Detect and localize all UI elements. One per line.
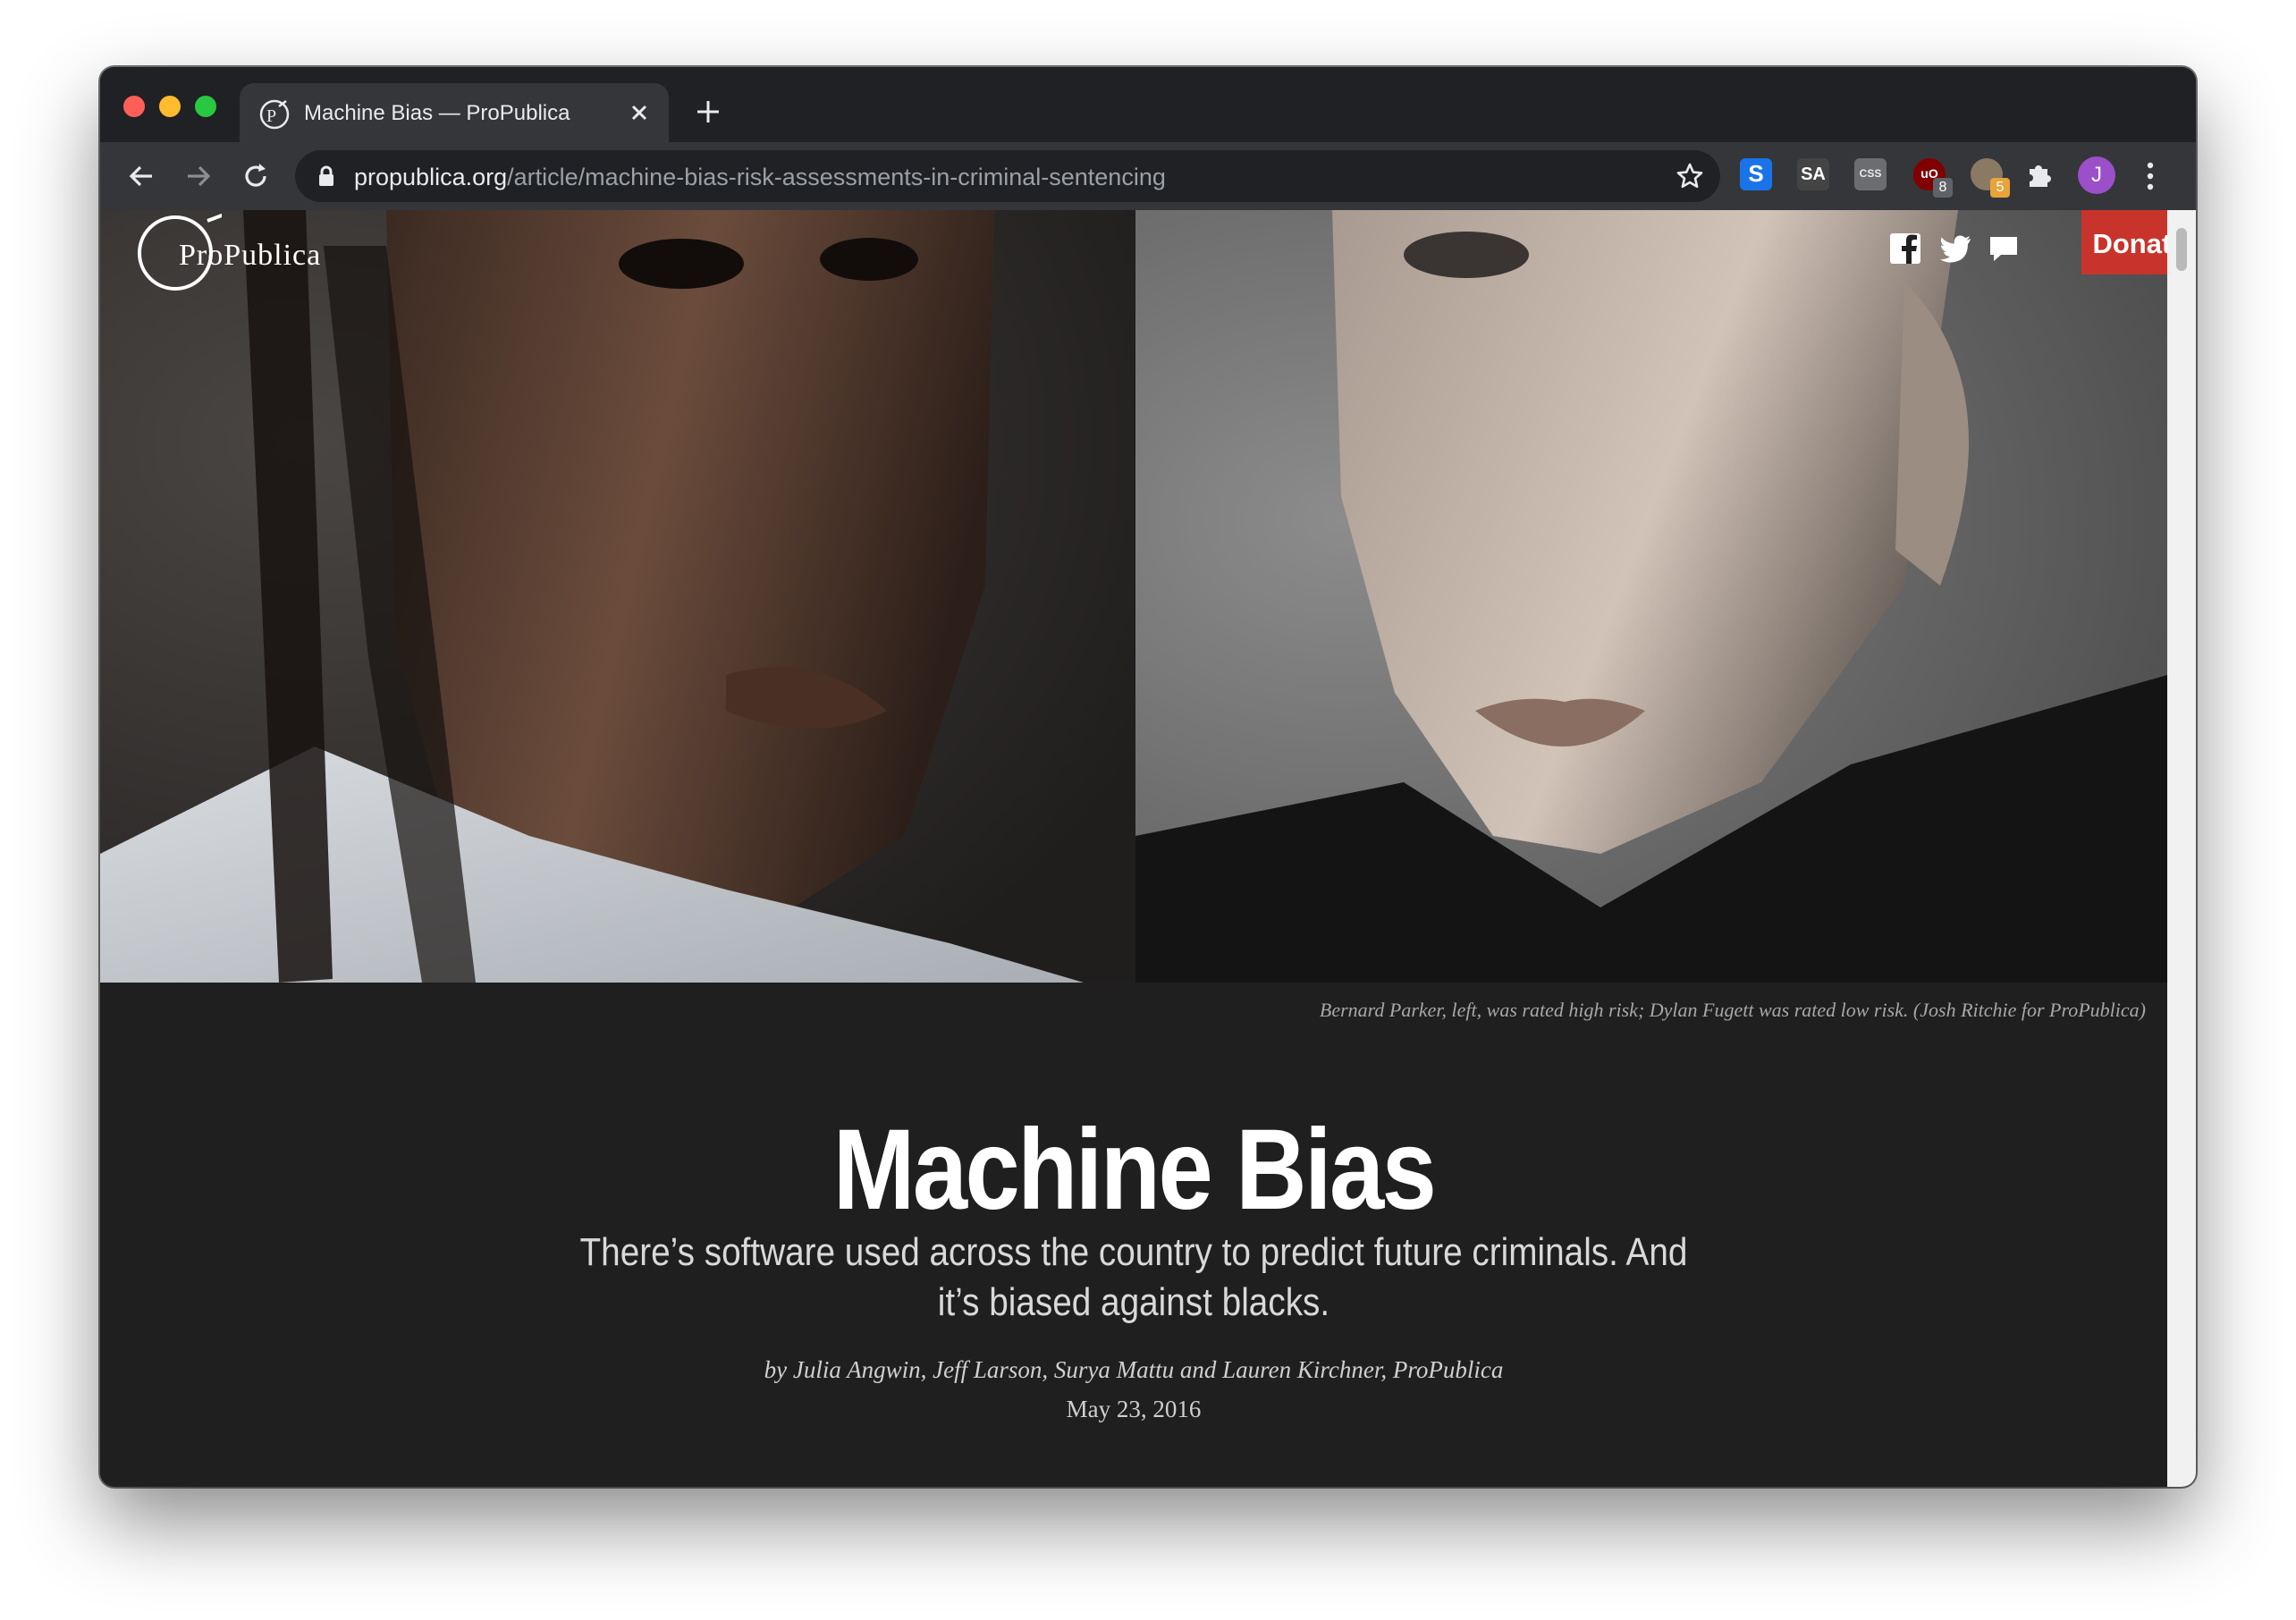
logo-wordmark: ProPublica: [179, 239, 322, 272]
facebook-icon[interactable]: [1888, 232, 1922, 266]
portrait-photo-right: [1135, 210, 2167, 983]
bookmark-star-icon[interactable]: [1676, 162, 1704, 190]
article-dek: There’s software used across the country…: [579, 1230, 1688, 1324]
menu-dots-icon[interactable]: [2146, 158, 2155, 194]
address-bar[interactable]: propublica.org/article/machine-bias-risk…: [295, 150, 1720, 202]
propublica-logo[interactable]: ProPublica: [132, 214, 347, 294]
article-date: May 23, 2016: [1066, 1396, 1202, 1422]
url-text[interactable]: propublica.org/article/machine-bias-risk…: [354, 164, 1166, 191]
hamster-badge: 5: [1990, 178, 2010, 198]
sa-extension-label: SA: [1801, 165, 1826, 184]
article-headline: Machine Bias: [832, 1106, 1437, 1234]
maximize-window-button[interactable]: [195, 96, 216, 117]
close-tab-icon[interactable]: [626, 99, 653, 126]
css-extension-label: CSS: [1859, 167, 1882, 180]
ublock-extension-icon[interactable]: uO 8: [1913, 158, 1953, 198]
tab-strip: P Machine Bias — ProPublica: [100, 67, 2196, 142]
portrait-photo-left: [100, 210, 1134, 983]
profile-avatar[interactable]: J: [2078, 156, 2115, 194]
sa-extension-icon[interactable]: SA: [1797, 158, 1829, 190]
back-arrow-icon[interactable]: [125, 160, 157, 192]
scrollbar-thumb[interactable]: [2176, 228, 2187, 271]
forward-arrow-icon[interactable]: [182, 160, 215, 192]
close-window-button[interactable]: [123, 96, 145, 117]
s-extension-icon[interactable]: S: [1740, 158, 1772, 190]
propublica-favicon-icon: P: [259, 99, 290, 130]
comment-icon[interactable]: [1987, 232, 2021, 266]
reload-icon[interactable]: [240, 160, 272, 192]
browser-window: P Machine Bias — ProPublica propublica.o…: [100, 67, 2196, 1487]
new-tab-icon[interactable]: [694, 97, 722, 126]
url-host: propublica.org: [354, 164, 508, 190]
browser-toolbar: propublica.org/article/machine-bias-risk…: [100, 142, 2196, 210]
page-scrollbar[interactable]: [2167, 210, 2196, 1487]
page-viewport: ProPublica Donate Bernard Parker, left, …: [100, 210, 2167, 1487]
tab-machine-bias[interactable]: P Machine Bias — ProPublica: [240, 83, 669, 142]
css-extension-icon[interactable]: CSS: [1854, 158, 1887, 190]
photo-caption: Bernard Parker, left, was rated high ris…: [1319, 999, 2146, 1021]
article-byline: by Julia Angwin, Jeff Larson, Surya Matt…: [764, 1356, 1504, 1383]
minimize-window-button[interactable]: [159, 96, 181, 117]
donate-button[interactable]: Donate: [2081, 210, 2167, 274]
lock-icon[interactable]: [317, 165, 336, 187]
url-path: /article/machine-bias-risk-assessments-i…: [507, 164, 1166, 190]
twitter-icon[interactable]: [1938, 232, 1972, 266]
puzzle-extensions-icon[interactable]: [2022, 158, 2055, 190]
s-extension-label: S: [1748, 160, 1764, 187]
hamster-extension-icon[interactable]: 5: [1971, 158, 2010, 198]
tab-title: Machine Bias — ProPublica: [304, 101, 570, 125]
svg-text:P: P: [266, 106, 276, 126]
ublock-badge: 8: [1933, 178, 1953, 198]
